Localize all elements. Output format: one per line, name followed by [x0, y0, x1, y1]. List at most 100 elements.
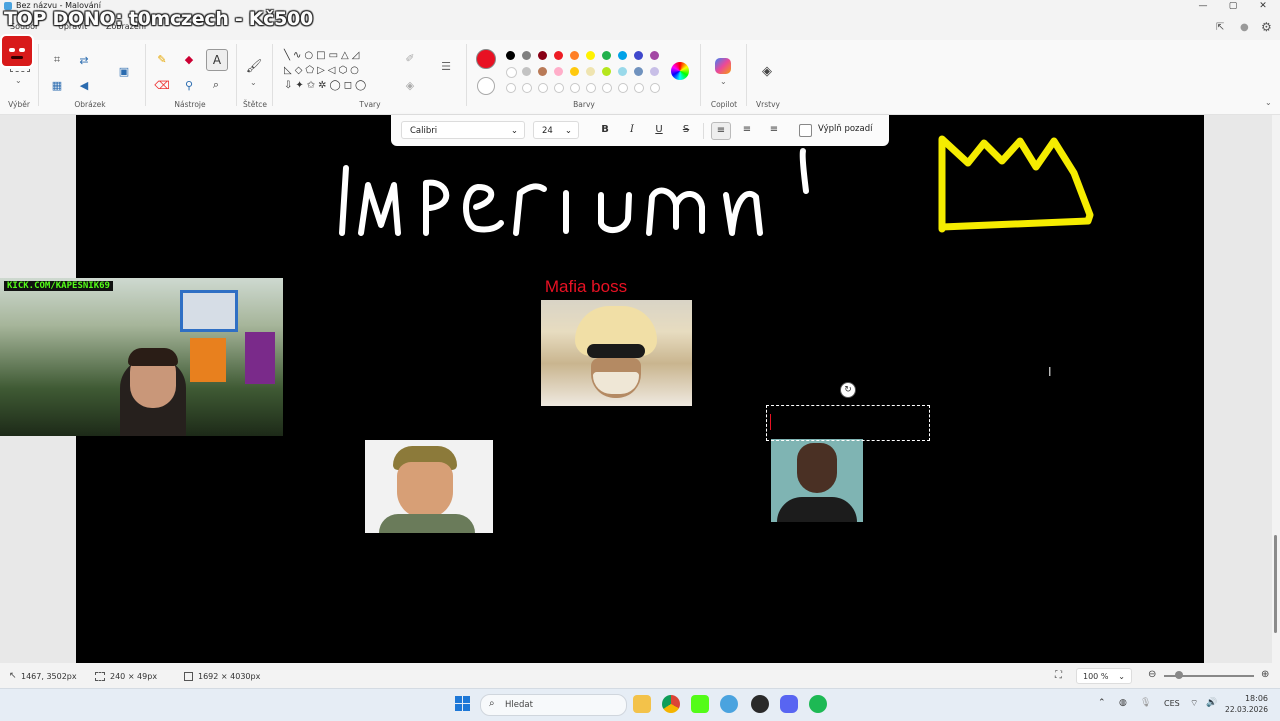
custom-color-slot[interactable]	[586, 83, 596, 93]
primary-color-swatch[interactable]	[476, 49, 496, 69]
zoom-out-icon[interactable]: ⊖	[1148, 669, 1156, 680]
palette-color-swatch[interactable]	[618, 67, 627, 76]
discord-icon[interactable]	[780, 695, 798, 713]
rotate-handle-icon[interactable]: ↻	[840, 382, 856, 398]
palette-color-swatch[interactable]	[522, 67, 531, 76]
stroke-size-icon[interactable]: ☰	[438, 58, 454, 74]
palette-color-swatch[interactable]	[618, 51, 627, 60]
brush-icon[interactable]: 🖌	[246, 58, 263, 74]
palette-color-swatch[interactable]	[554, 67, 563, 76]
close-button[interactable]: ✕	[1246, 0, 1280, 14]
file-explorer-icon[interactable]	[633, 695, 651, 713]
edit-colors-icon[interactable]	[671, 62, 689, 80]
wifi-icon[interactable]: ⌔	[1190, 698, 1198, 709]
kick-icon[interactable]	[691, 695, 709, 713]
bold-button[interactable]: B	[596, 122, 614, 138]
layers-icon[interactable]: ◈	[759, 63, 775, 79]
palette-color-swatch[interactable]	[586, 51, 595, 60]
shape-fill-icon[interactable]: ◈	[402, 77, 418, 93]
vertical-scrollbar-thumb[interactable]	[1274, 535, 1277, 633]
palette-color-swatch[interactable]	[506, 67, 517, 78]
language-indicator[interactable]: CES	[1164, 699, 1180, 708]
zoom-dropdown[interactable]: 100 % ⌄	[1076, 668, 1132, 684]
rotate-icon[interactable]: ◀	[76, 77, 92, 93]
fill-bucket-icon[interactable]: ◆	[181, 51, 197, 67]
account-icon[interactable]: ●	[1240, 22, 1249, 33]
fill-background-checkbox[interactable]	[799, 124, 812, 137]
align-right-button[interactable]: ≡	[765, 122, 783, 138]
outline-icon[interactable]: ✐	[402, 50, 418, 66]
zoom-slider-thumb[interactable]	[1175, 671, 1183, 679]
mafia-boss-image[interactable]	[541, 300, 692, 406]
custom-color-slot[interactable]	[538, 83, 548, 93]
custom-color-slot[interactable]	[522, 83, 532, 93]
portrait-image[interactable]	[771, 439, 863, 522]
clock-date[interactable]: 22.03.2026	[1222, 705, 1268, 714]
palette-color-swatch[interactable]	[634, 67, 643, 76]
eraser-icon[interactable]: ⌫	[154, 77, 170, 93]
custom-color-slot[interactable]	[570, 83, 580, 93]
tray-chevron-up-icon[interactable]: ⌃	[1098, 698, 1106, 708]
chevron-down-icon[interactable]: ⌄	[720, 77, 727, 86]
network-status-icon[interactable]: ◍	[1119, 698, 1127, 708]
custom-color-slot[interactable]	[602, 83, 612, 93]
custom-color-slot[interactable]	[650, 83, 660, 93]
shapes-gallery[interactable]: ╲∿○□▭△◿ ◺◇⬠▷◁⬡○ ⇩✦✩✲◯◻◯	[284, 48, 394, 98]
share-icon[interactable]: ⇱	[1216, 22, 1224, 33]
maximize-button[interactable]: ▢	[1216, 0, 1250, 14]
palette-color-swatch[interactable]	[602, 51, 611, 60]
copilot-icon[interactable]	[715, 58, 731, 74]
obs-icon[interactable]	[751, 695, 769, 713]
crop-icon[interactable]: ⌗	[49, 52, 65, 68]
font-size-dropdown[interactable]: 24 ⌄	[533, 121, 579, 139]
remove-background-icon[interactable]: ▦	[49, 77, 65, 93]
clock-time[interactable]: 18:06	[1230, 694, 1268, 703]
palette-color-swatch[interactable]	[570, 67, 579, 76]
font-family-dropdown[interactable]: Calibri ⌄	[401, 121, 525, 139]
magnifier-icon[interactable]: ⌕	[208, 77, 224, 93]
zoom-in-icon[interactable]: ⊕	[1261, 669, 1269, 680]
minimize-button[interactable]: —	[1186, 0, 1220, 14]
palette-color-swatch[interactable]	[570, 51, 579, 60]
palette-color-swatch[interactable]	[506, 51, 515, 60]
palette-color-swatch[interactable]	[522, 51, 531, 60]
spotify-icon[interactable]	[809, 695, 827, 713]
color-picker-icon[interactable]: ⚲	[181, 77, 197, 93]
paint-taskbar-icon[interactable]	[720, 695, 738, 713]
chrome-icon[interactable]	[662, 695, 680, 713]
chevron-down-icon[interactable]: ⌄	[250, 78, 257, 87]
pencil-icon[interactable]: ✎	[154, 51, 170, 67]
palette-color-swatch[interactable]	[650, 67, 659, 76]
start-button-windows-icon[interactable]	[455, 696, 471, 712]
collapse-ribbon-chevron-icon[interactable]: ⌄	[1265, 98, 1272, 107]
italic-button[interactable]: I	[623, 122, 641, 138]
volume-icon[interactable]: 🔊	[1206, 698, 1217, 708]
text-tool-icon[interactable]: A	[206, 49, 228, 71]
fortnite-jonesy-image[interactable]	[365, 440, 493, 533]
align-center-button[interactable]: ≡	[738, 122, 756, 138]
palette-color-swatch[interactable]	[634, 51, 643, 60]
palette-color-swatch[interactable]	[538, 67, 547, 76]
resize-icon[interactable]: ⇄	[76, 52, 92, 68]
custom-color-slot[interactable]	[618, 83, 628, 93]
microphone-icon[interactable]: 🎙	[1140, 698, 1151, 708]
palette-color-swatch[interactable]	[538, 51, 547, 60]
secondary-color-swatch[interactable]	[477, 77, 495, 95]
custom-color-slot[interactable]	[506, 83, 516, 93]
palette-color-swatch[interactable]	[602, 67, 611, 76]
face-shape	[797, 443, 837, 493]
strikethrough-button[interactable]: S	[677, 122, 695, 138]
taskbar-search-box[interactable]: ⌕ Hledat	[480, 694, 627, 716]
palette-color-swatch[interactable]	[554, 51, 563, 60]
palette-color-swatch[interactable]	[586, 67, 595, 76]
image-select-icon[interactable]: ▣	[116, 63, 132, 79]
custom-color-slot[interactable]	[634, 83, 644, 93]
chevron-down-icon[interactable]: ⌄	[15, 76, 22, 85]
custom-color-slot[interactable]	[554, 83, 564, 93]
settings-gear-icon[interactable]: ⚙	[1261, 20, 1272, 34]
align-left-button[interactable]: ≡	[711, 122, 731, 140]
fit-to-window-icon[interactable]: ⛶	[1055, 670, 1062, 681]
text-box-selection[interactable]	[766, 405, 930, 441]
underline-button[interactable]: U	[650, 122, 668, 138]
palette-color-swatch[interactable]	[650, 51, 659, 60]
